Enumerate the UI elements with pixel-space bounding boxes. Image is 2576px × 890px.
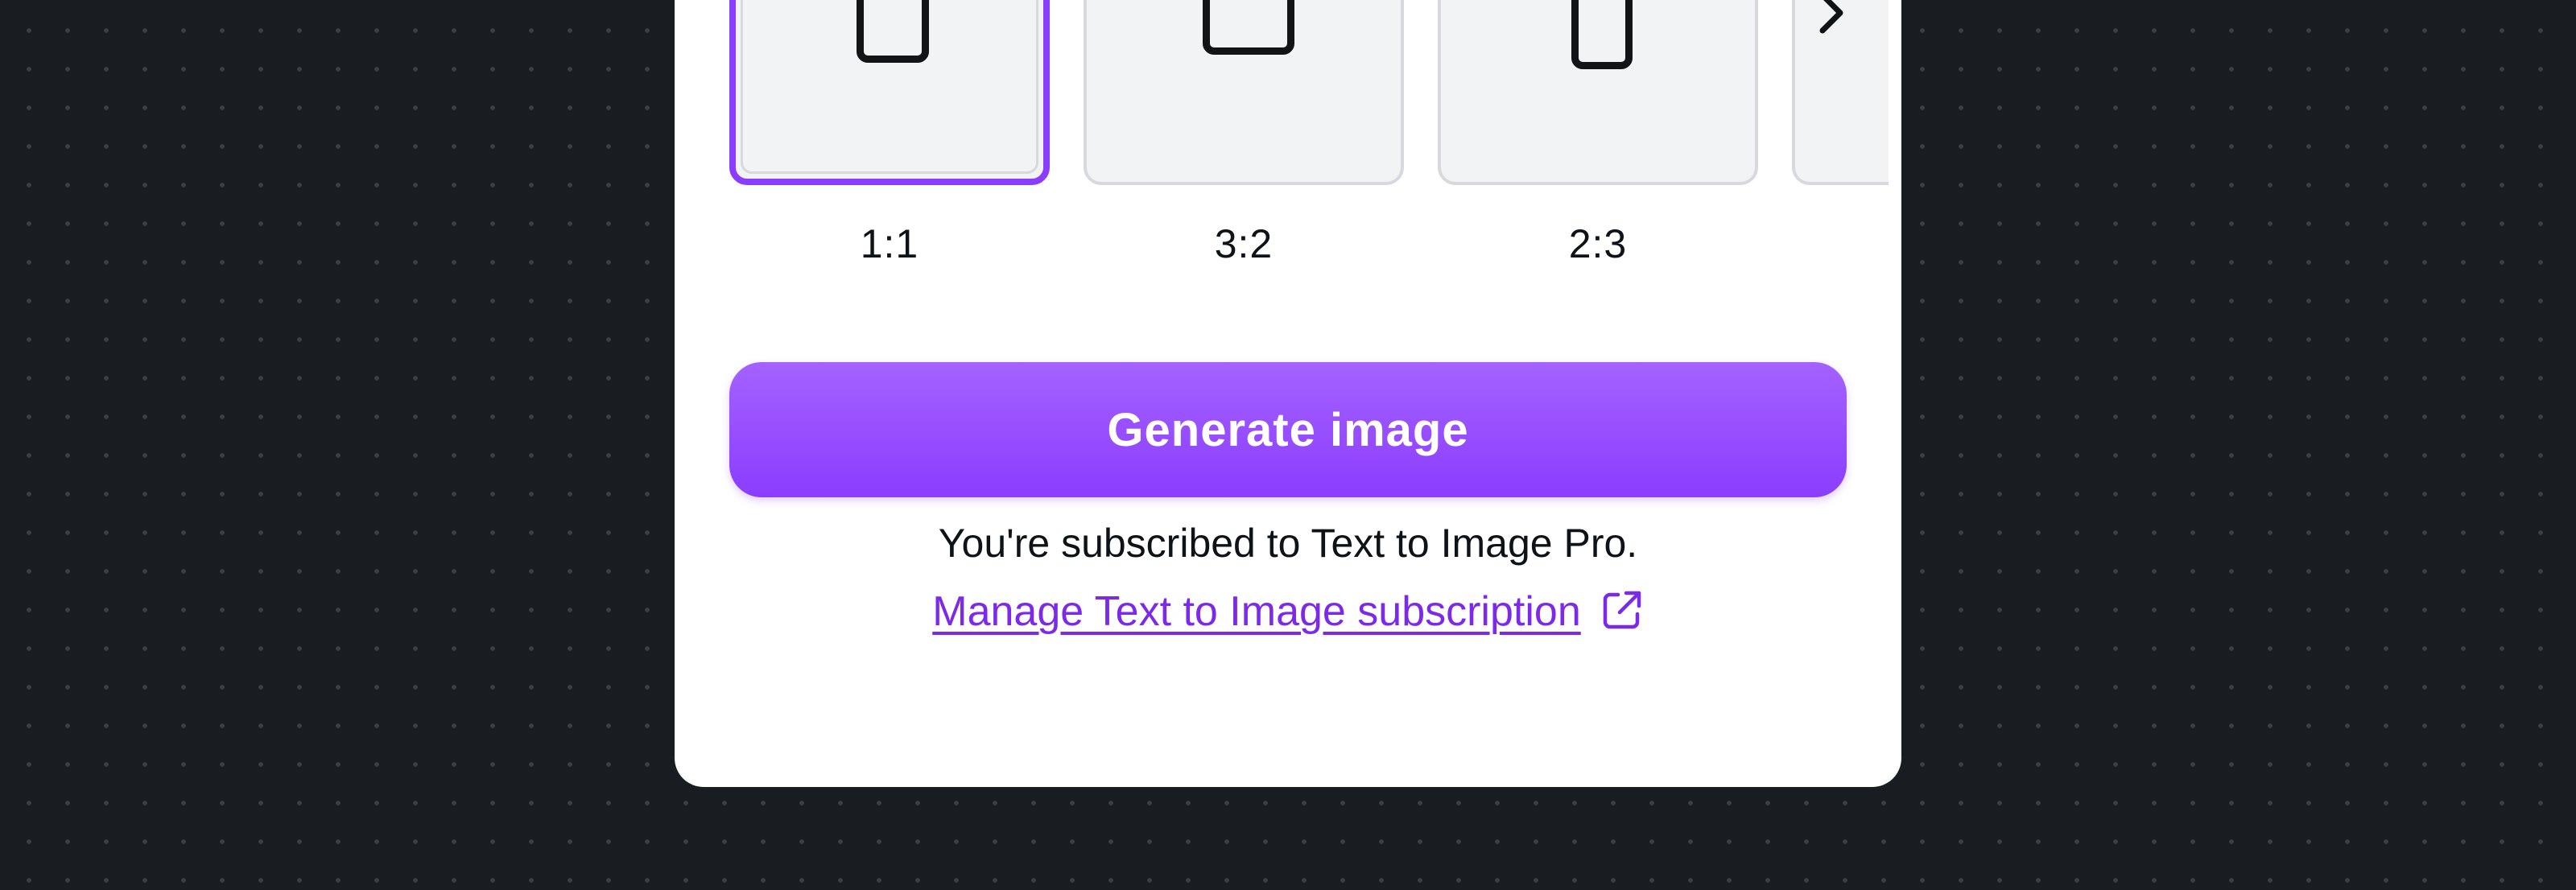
text-to-image-panel: 1:1 3:2 2:3 Generate image You're subscr… xyxy=(675,0,1901,787)
aspect-ratio-label: 2:3 xyxy=(1568,221,1628,266)
aspect-ratio-label: 1:1 xyxy=(860,221,919,266)
aspect-ratio-option-3-2[interactable] xyxy=(1084,0,1404,185)
external-link-icon[interactable] xyxy=(1600,588,1644,632)
aspect-ratio-option-1-1[interactable] xyxy=(729,0,1050,185)
aspect-ratio-option-2-3[interactable] xyxy=(1438,0,1758,185)
chevron-right-icon[interactable] xyxy=(1808,0,1856,42)
generate-image-button[interactable]: Generate image xyxy=(729,362,1847,497)
aspect-ratio-label: 3:2 xyxy=(1214,221,1274,266)
landscape-ratio-icon xyxy=(1203,0,1294,55)
portrait-ratio-icon xyxy=(1571,0,1633,69)
manage-subscription-link[interactable]: Manage Text to Image subscription xyxy=(932,588,1581,635)
manage-subscription-row: Manage Text to Image subscription xyxy=(675,567,1901,656)
square-ratio-icon xyxy=(857,0,929,63)
